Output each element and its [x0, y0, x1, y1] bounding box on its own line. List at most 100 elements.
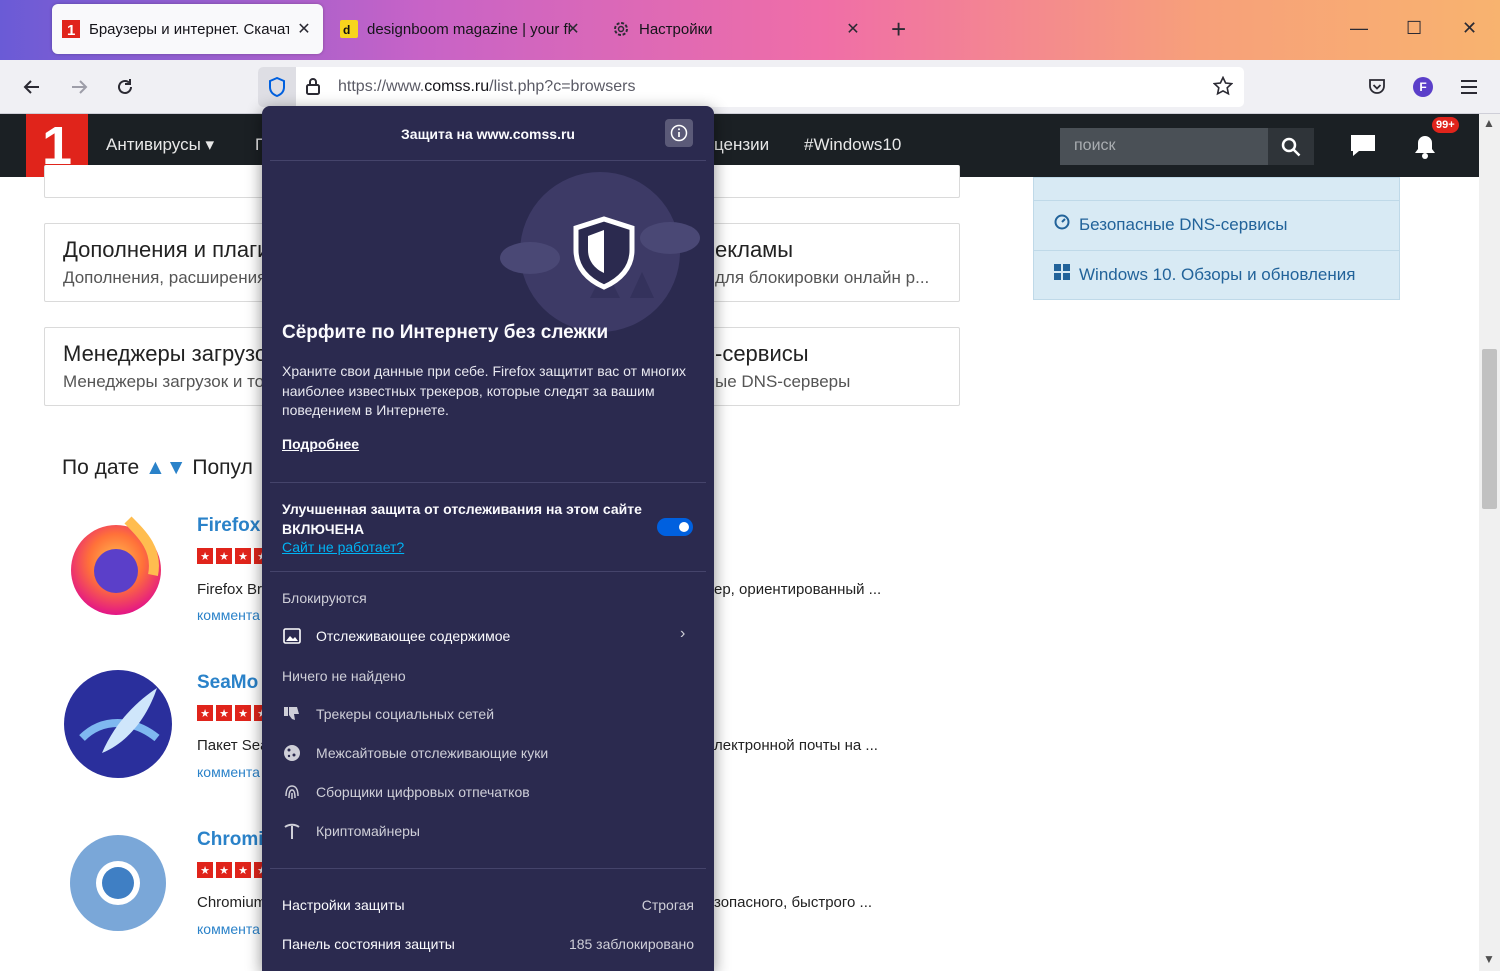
sidebar-links: Безопасные DNS-сервисы Windows 10. Обзор… — [1033, 177, 1400, 300]
social-trackers-row[interactable]: Трекеры социальных сетей — [282, 704, 494, 724]
close-tab-icon[interactable]: ✕ — [564, 19, 582, 39]
hamburger-menu-icon[interactable] — [1456, 74, 1482, 100]
app-description-tail: зопасного, быстрого ... — [714, 894, 873, 911]
maximize-icon[interactable]: ☐ — [1406, 18, 1422, 39]
tab-title: designboom magazine | your fi — [367, 20, 572, 38]
divider — [270, 482, 706, 483]
star-icon: ★ — [235, 705, 251, 721]
star-icon: ★ — [197, 705, 213, 721]
cryptominers-row[interactable]: Криптомайнеры — [282, 821, 420, 841]
tab-settings[interactable]: Настройки ✕ — [602, 4, 872, 54]
scroll-up-icon[interactable]: ▲ — [1483, 116, 1495, 130]
close-tab-icon[interactable]: ✕ — [844, 19, 862, 39]
gear-icon — [612, 20, 630, 38]
sort-popular[interactable]: Попул — [192, 456, 252, 479]
card-subtitle: Дополнения, расширения — [63, 268, 267, 287]
not-found-section-label: Ничего не найдено — [282, 668, 406, 684]
card-title: -сервисы — [715, 341, 809, 366]
site-broken-link[interactable]: Сайт не работает? — [282, 539, 404, 555]
app-name[interactable]: SeaMo — [197, 672, 258, 694]
card-subtitle: для блокировки онлайн р... — [715, 268, 930, 287]
card-title: Дополнения и плаги — [63, 237, 270, 262]
cross-site-cookies-row[interactable]: Межсайтовые отслеживающие куки — [282, 743, 548, 763]
app-comments-link[interactable]: коммента — [197, 764, 260, 780]
star-icon: ★ — [216, 548, 232, 564]
account-avatar[interactable]: F — [1410, 74, 1436, 100]
star-icon: ★ — [197, 548, 213, 564]
divider — [270, 571, 706, 572]
sidebar-item-windows10[interactable]: Windows 10. Обзоры и обновления — [1054, 264, 1355, 285]
site-search-input[interactable]: поиск — [1060, 128, 1268, 165]
scrollbar-thumb[interactable] — [1482, 349, 1497, 509]
chat-icon[interactable] — [1350, 134, 1376, 163]
address-bar[interactable]: https://www.comss.ru/list.php?c=browsers — [258, 67, 1244, 107]
firefox-logo[interactable] — [68, 515, 168, 620]
pocket-icon[interactable] — [1364, 74, 1390, 100]
bell-icon[interactable] — [1413, 134, 1437, 165]
menu-licenses[interactable]: цензии — [714, 135, 769, 155]
app-description: Firefox Br — [197, 581, 263, 598]
search-icon[interactable] — [1268, 128, 1314, 165]
tracker-label: Криптомайнеры — [316, 823, 420, 839]
tab-title: Настройки — [639, 20, 713, 38]
protection-dashboard-row[interactable]: Панель состояния защиты 185 заблокирован… — [282, 936, 694, 952]
tab-title: Браузеры и интернет. Скачать — [89, 20, 289, 38]
info-icon[interactable] — [665, 119, 693, 147]
rating-stars: ★★★★ — [197, 705, 270, 721]
app-comments-link[interactable]: коммента — [197, 921, 260, 937]
sidebar-item-label: Windows 10. Обзоры и обновления — [1079, 264, 1356, 284]
bookmark-star-icon[interactable] — [1212, 75, 1234, 101]
url-text: https://www.comss.ru/list.php?c=browsers — [338, 78, 636, 95]
star-icon: ★ — [216, 862, 232, 878]
chevron-right-icon[interactable]: › — [680, 625, 685, 643]
fingerprint-icon — [282, 782, 302, 802]
pickaxe-icon — [282, 821, 302, 841]
lock-icon[interactable] — [306, 77, 320, 100]
tab-designboom[interactable]: d designboom magazine | your fi ✕ — [330, 4, 592, 54]
etp-status: Улучшенная защита от отслеживания на это… — [282, 501, 642, 537]
fingerprinters-row[interactable]: Сборщики цифровых отпечатков — [282, 782, 530, 802]
protections-panel: Защита на www.comss.ru Сёрфите по Интерн… — [262, 106, 714, 971]
tracking-protection-shield-icon[interactable] — [258, 67, 296, 107]
dashboard-label: Панель состояния защиты — [282, 936, 455, 952]
panel-headline: Сёрфите по Интернету без слежки — [282, 322, 609, 343]
close-window-icon[interactable]: ✕ — [1462, 18, 1477, 39]
forward-icon[interactable] — [66, 74, 92, 100]
sort-by-date[interactable]: По дате — [62, 456, 139, 479]
scroll-down-icon[interactable]: ▼ — [1483, 952, 1495, 966]
app-name[interactable]: Chromi — [197, 829, 264, 851]
notification-badge: 99+ — [1432, 117, 1459, 133]
panel-description: Храните свои данные при себе. Firefox за… — [282, 363, 687, 418]
sort-arrows-icon[interactable]: ▲▼ — [145, 456, 187, 479]
app-description-tail: лектронной почты на ... — [714, 737, 878, 754]
menu-antivirus[interactable]: Антивирусы ▾ — [106, 135, 214, 155]
tab-strip: 1 Браузеры и интернет. Скачать ✕ d desig… — [0, 0, 1500, 60]
back-icon[interactable] — [19, 74, 45, 100]
tracking-content-row[interactable]: Отслеживающее содержимое — [282, 626, 510, 646]
star-icon: ★ — [235, 548, 251, 564]
reload-icon[interactable] — [112, 74, 138, 100]
windows-icon — [1054, 264, 1070, 285]
etp-toggle[interactable] — [657, 518, 693, 536]
sidebar-item-dns[interactable]: Безопасные DNS-сервисы — [1054, 214, 1287, 235]
new-tab-icon[interactable]: + — [891, 16, 906, 42]
app-comments-link[interactable]: коммента — [197, 607, 260, 623]
divider — [270, 160, 706, 161]
learn-more-link[interactable]: Подробнее — [282, 436, 359, 452]
minimize-icon[interactable]: — — [1350, 18, 1368, 39]
settings-label: Настройки защиты — [282, 897, 405, 913]
star-icon: ★ — [216, 705, 232, 721]
menu-windows10[interactable]: #Windows10 — [804, 135, 901, 155]
tab-comss[interactable]: 1 Браузеры и интернет. Скачать ✕ — [52, 4, 323, 54]
star-icon: ★ — [235, 862, 251, 878]
close-tab-icon[interactable]: ✕ — [295, 19, 313, 39]
navigation-toolbar: https://www.comss.ru/list.php?c=browsers… — [0, 60, 1500, 114]
app-name[interactable]: Firefox — [197, 515, 260, 537]
app-description-tail: ер, ориентированный ... — [714, 581, 882, 598]
seamonkey-logo[interactable] — [62, 668, 174, 785]
chromium-logo[interactable] — [68, 833, 168, 938]
star-icon: ★ — [197, 862, 213, 878]
page-scrollbar[interactable] — [1479, 114, 1500, 971]
rating-stars: ★★★★ — [197, 862, 270, 878]
protection-settings-row[interactable]: Настройки защиты Строгая — [282, 897, 694, 913]
